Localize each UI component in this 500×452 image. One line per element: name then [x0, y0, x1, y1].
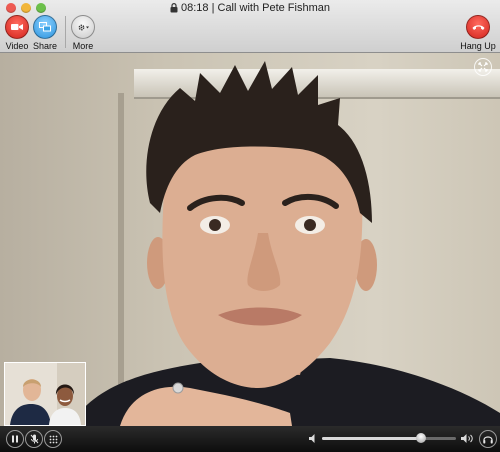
fullscreen-icon [478, 62, 488, 72]
volume-low-icon [309, 434, 315, 443]
mute-mic-icon [30, 434, 38, 444]
volume-slider-handle[interactable] [416, 433, 427, 443]
self-view-participants [5, 363, 85, 425]
video-camera-icon [11, 24, 23, 30]
gear-icon [78, 24, 89, 30]
window-title: 08:18 | Call with Pete Fishman [0, 1, 500, 15]
hang-up-button[interactable]: Hang Up [457, 15, 499, 51]
hold-button[interactable] [6, 430, 24, 448]
mute-button[interactable] [25, 430, 43, 448]
more-button[interactable]: More [63, 15, 103, 51]
lock-icon [170, 3, 178, 13]
audio-device-button[interactable] [479, 430, 497, 448]
volume-level-fill [322, 437, 422, 440]
volume-slider[interactable] [322, 433, 456, 443]
share-label: Share [32, 41, 58, 51]
more-button-circle[interactable] [71, 15, 95, 39]
dial-pad-button[interactable] [44, 430, 62, 448]
call-controls-bar [0, 426, 500, 452]
title-separator: | [211, 2, 215, 14]
share-button-circle[interactable] [33, 15, 57, 39]
call-window: 08:18 | Call with Pete Fishman Video Sha… [0, 0, 500, 452]
more-label: More [72, 41, 94, 51]
hang-up-button-circle[interactable] [466, 15, 490, 39]
self-view-video[interactable] [4, 362, 86, 426]
share-button[interactable]: Share [25, 15, 65, 51]
volume-high-icon [461, 434, 473, 443]
toolbar: 08:18 | Call with Pete Fishman Video Sha… [0, 0, 500, 53]
headset-icon [483, 435, 493, 443]
hang-up-label: Hang Up [460, 41, 496, 51]
remote-video [0, 53, 500, 426]
call-title: Call with Pete Fishman [217, 2, 331, 14]
fullscreen-button[interactable] [474, 58, 492, 76]
phone-hangup-icon [472, 24, 484, 30]
pause-icon [12, 435, 18, 443]
screen-share-icon [39, 22, 51, 32]
call-timer: 08:18 [180, 2, 209, 14]
keypad-icon [49, 435, 57, 443]
